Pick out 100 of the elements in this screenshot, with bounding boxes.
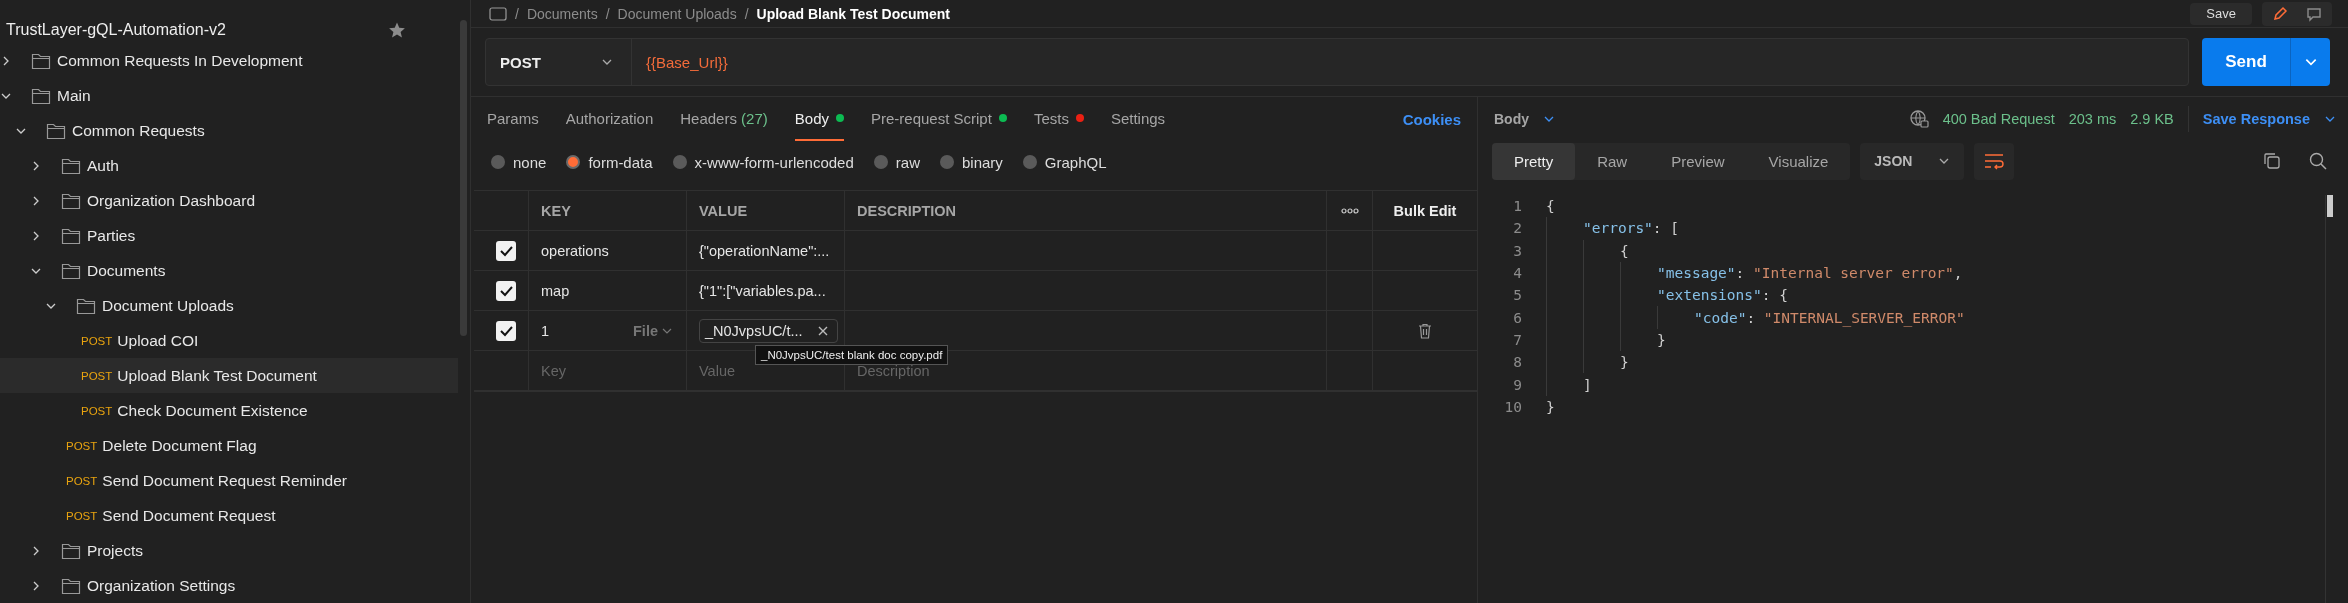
body-type-option[interactable]: none — [491, 153, 547, 171]
scrollbar[interactable] — [460, 20, 467, 336]
format-dropdown[interactable]: JSON — [1860, 142, 1965, 180]
search-icon[interactable] — [2308, 151, 2328, 171]
request-tab[interactable]: Tests — [1033, 97, 1084, 141]
view-tab[interactable]: Pretty — [1492, 142, 1576, 180]
radio-button[interactable] — [1022, 155, 1037, 169]
line-number: 7 — [1512, 331, 1523, 348]
file-chip[interactable]: _N0JvpsUC/t... — [699, 318, 838, 343]
more-icon[interactable] — [1340, 207, 1359, 214]
body-type-option[interactable]: raw — [873, 153, 920, 171]
view-tab[interactable]: Preview — [1649, 142, 1747, 180]
option-label[interactable]: none — [513, 153, 547, 171]
code-line: "message": "Internal server error", — [1657, 264, 1963, 284]
folder-item[interactable]: Projects — [0, 533, 460, 568]
radio-button[interactable] — [672, 155, 687, 169]
wrap-lines-button[interactable] — [1974, 142, 2015, 180]
body-type-option[interactable]: GraphQL — [1022, 153, 1107, 171]
request-tab[interactable]: Settings — [1110, 97, 1166, 141]
breadcrumb-separator: / — [744, 5, 749, 22]
request-item[interactable]: POST Upload Blank Test Document — [0, 358, 458, 393]
request-item[interactable]: POST Upload COI — [0, 323, 460, 358]
collection-title[interactable]: TrustLayer-gQL-Automation-v2 — [6, 20, 388, 39]
radio-button[interactable] — [491, 155, 505, 169]
key-text[interactable]: 1 — [541, 322, 550, 339]
value-text[interactable]: {"operationName":... — [699, 242, 830, 259]
breadcrumb-separator: / — [515, 5, 519, 22]
line-number: 1 — [1512, 198, 1523, 215]
breadcrumb-separator: / — [605, 5, 610, 22]
save-response-button[interactable]: Save Response — [2202, 111, 2310, 127]
response-size[interactable]: 2.9 KB — [2130, 111, 2174, 127]
option-label[interactable]: binary — [961, 153, 1003, 171]
wrap-lines-icon — [1983, 152, 2006, 170]
body-type-option[interactable]: binary — [939, 153, 1003, 171]
view-tab[interactable]: Raw — [1575, 142, 1650, 180]
line-number: 2 — [1512, 220, 1523, 237]
folder-icon — [61, 541, 81, 560]
request-tab[interactable]: Pre-request Script — [871, 97, 1007, 141]
value-text[interactable]: {"1":["variables.pa... — [699, 282, 826, 299]
column-header: VALUE — [687, 191, 845, 231]
mode-toggle[interactable] — [2262, 1, 2332, 26]
request-item[interactable]: POST Check Document Existence — [0, 393, 460, 428]
request-tab[interactable]: Body — [794, 97, 844, 141]
folder-item[interactable]: Main — [0, 78, 460, 113]
request-tab[interactable]: Params — [487, 97, 539, 141]
breadcrumb-link[interactable]: Documents — [526, 5, 598, 22]
option-label[interactable]: raw — [895, 153, 920, 171]
checkbox[interactable] — [496, 240, 516, 261]
response-section-dropdown[interactable]: Body — [1494, 111, 1529, 127]
folder-icon — [61, 156, 81, 175]
view-tab[interactable]: Visualize — [1746, 142, 1851, 180]
status-code[interactable]: 400 Bad Request — [1942, 111, 2055, 127]
line-number: 5 — [1512, 287, 1523, 304]
request-item[interactable]: POST Delete Document Flag — [0, 428, 460, 463]
line-number: 9 — [1512, 376, 1523, 393]
request-tab[interactable]: Authorization — [565, 97, 654, 141]
folder-icon — [46, 121, 66, 140]
folder-item[interactable]: Auth — [0, 148, 460, 183]
folder-item[interactable]: Common Requests In Development — [0, 43, 460, 78]
line-number: 4 — [1512, 265, 1523, 282]
option-label[interactable]: GraphQL — [1044, 153, 1107, 171]
bulk-edit-button[interactable]: Bulk Edit — [1393, 202, 1457, 219]
code-line: "code": "INTERNAL_SERVER_ERROR" — [1694, 308, 1965, 329]
key-text[interactable]: operations — [541, 242, 609, 259]
breadcrumb-link[interactable]: Document Uploads — [617, 5, 737, 22]
radio-button[interactable] — [873, 155, 888, 169]
folder-item[interactable]: Common Requests — [0, 113, 460, 148]
folder-icon — [76, 296, 96, 315]
save-button[interactable]: Save — [2190, 2, 2252, 25]
radio-button[interactable] — [566, 155, 581, 169]
scrollbar[interactable] — [2327, 195, 2333, 217]
option-label[interactable]: form-data — [588, 153, 653, 171]
folder-item[interactable]: Organization Dashboard — [0, 183, 460, 218]
send-button[interactable]: Send — [2202, 38, 2290, 86]
column-header: KEY — [529, 191, 687, 231]
trash-icon[interactable] — [1418, 322, 1432, 339]
folder-item[interactable]: Parties — [0, 218, 460, 253]
checkbox[interactable] — [496, 320, 516, 341]
checkbox[interactable] — [496, 280, 516, 301]
copy-icon[interactable] — [2262, 151, 2282, 171]
folder-icon — [31, 86, 51, 105]
cookies-link[interactable]: Cookies — [1402, 110, 1461, 128]
folder-icon — [31, 51, 51, 70]
type-dropdown[interactable]: File — [633, 322, 672, 339]
folder-item[interactable]: Documents — [0, 253, 460, 288]
collection-icon — [489, 6, 507, 21]
request-item[interactable]: POST Send Document Request — [0, 498, 460, 533]
code-line: } — [1620, 353, 1629, 373]
response-time[interactable]: 203 ms — [2068, 111, 2117, 127]
column-header: DESCRIPTION — [845, 191, 1327, 231]
radio-button[interactable] — [939, 155, 954, 169]
body-type-option[interactable]: form-data — [566, 153, 653, 171]
request-item[interactable]: POST Send Document Request Reminder — [0, 463, 460, 498]
folder-item[interactable]: Document Uploads — [0, 288, 460, 323]
globe-lock-icon[interactable] — [1908, 109, 1929, 129]
folder-item[interactable]: Organization Settings — [0, 568, 460, 603]
request-tab[interactable]: Headers (27) — [680, 97, 768, 141]
key-text[interactable]: map — [541, 282, 570, 299]
close-icon[interactable] — [816, 324, 829, 337]
folder-icon — [61, 191, 81, 210]
